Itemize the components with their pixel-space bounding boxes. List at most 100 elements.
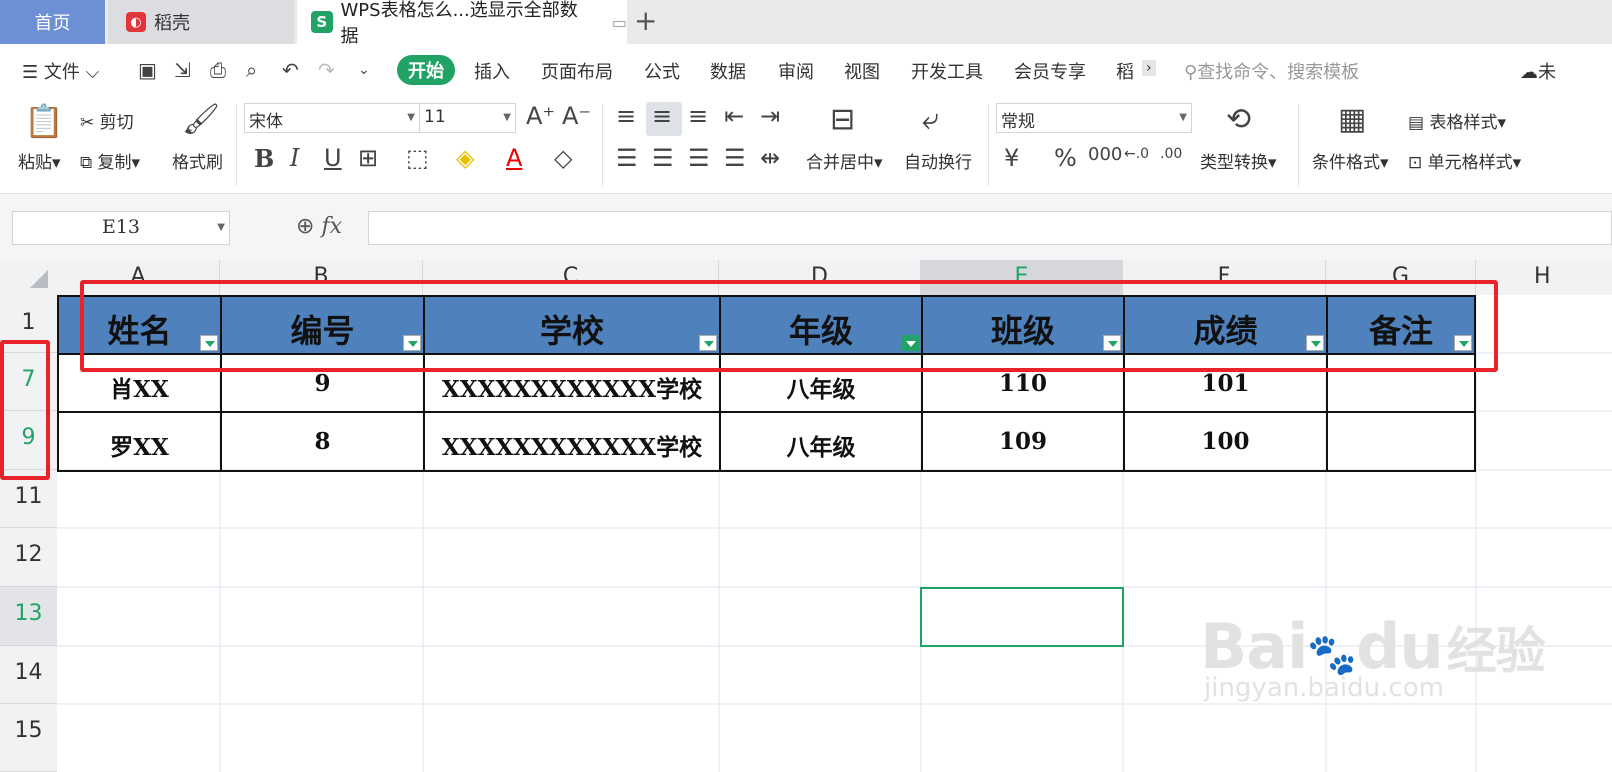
italic-icon[interactable]: I <box>290 144 299 172</box>
currency-icon[interactable]: ¥ <box>1004 144 1019 172</box>
row-header-13[interactable]: 13 <box>0 587 57 646</box>
tab-formula[interactable]: 公式 <box>644 58 680 84</box>
ribbon-toolbar: 📋 粘贴▾ ✂ 剪切 ⧉ 复制▾ 🖌 格式刷 宋体 ▼ 11 ▼ A⁺ A⁻ B I… <box>0 98 1612 194</box>
bold-icon[interactable]: B <box>254 144 274 173</box>
tab-daoke[interactable]: ◐ 稻壳 <box>108 0 294 44</box>
tab-document[interactable]: S WPS表格怎么...选显示全部数据 ▭ <box>297 0 627 47</box>
border-icon[interactable]: ⊞ <box>358 144 378 172</box>
clear-format-icon[interactable]: ◇ <box>554 144 572 172</box>
format-painter-button[interactable]: 格式刷 <box>172 148 223 173</box>
chevron-down-icon: ▼ <box>1179 112 1187 123</box>
type-convert-button[interactable]: 类型转换▾ <box>1200 148 1277 173</box>
cloud-icon: ☁ <box>1520 62 1538 83</box>
chevron-down-icon: ▼ <box>503 112 511 123</box>
justify-icon[interactable]: ☰ <box>724 144 746 172</box>
cut-button[interactable]: ✂ 剪切 <box>80 108 134 133</box>
paste-button[interactable]: 粘贴▾ <box>18 148 61 173</box>
underline-icon[interactable]: U <box>324 144 342 172</box>
row-header-12[interactable]: 12 <box>0 528 57 587</box>
table-cell[interactable]: 100 <box>1123 411 1328 472</box>
decrease-font-icon[interactable]: A⁻ <box>562 102 591 130</box>
export-icon[interactable]: ⇲ <box>174 58 191 82</box>
paste-icon[interactable]: 📋 <box>24 102 64 140</box>
indent-icon[interactable]: ⇥ <box>760 102 780 130</box>
thousands-icon[interactable]: 000 <box>1088 144 1122 165</box>
number-format-select[interactable]: 常规 ▼ <box>996 103 1192 133</box>
name-box[interactable]: E13 ▼ <box>12 211 230 245</box>
cell-style-button[interactable]: ⊡ 单元格样式▾ <box>1408 148 1521 173</box>
tab-review[interactable]: 审阅 <box>778 58 814 84</box>
wrap-text-button[interactable]: 自动换行 <box>904 148 972 173</box>
undo-icon[interactable]: ↶ <box>282 58 299 82</box>
print-icon[interactable]: ⎙ <box>210 58 226 82</box>
align-left-icon[interactable]: ☰ <box>616 144 638 172</box>
font-color-icon[interactable]: A <box>506 144 522 172</box>
tab-document-label: WPS表格怎么...选显示全部数据 <box>340 0 578 47</box>
format-painter-icon[interactable]: 🖌 <box>182 102 220 137</box>
quick-access-dropdown-icon[interactable]: ⌄ <box>358 62 370 78</box>
active-cell-e13[interactable] <box>920 587 1124 647</box>
table-cell[interactable]: 8 <box>220 411 425 472</box>
zoom-icon[interactable]: ⊕ <box>296 214 314 239</box>
distributed-icon[interactable]: ⇹ <box>760 144 780 172</box>
table-style-label: 表格样式 <box>1429 113 1498 133</box>
tab-insert[interactable]: 插入 <box>474 58 510 84</box>
copy-button[interactable]: ⧉ 复制▾ <box>80 148 140 173</box>
row-header-15[interactable]: 15 <box>0 704 57 772</box>
table-cell[interactable]: 罗XX <box>57 411 222 472</box>
fx-icon[interactable]: fx <box>321 214 342 239</box>
cell-style-icon: ⊡ <box>1408 153 1423 173</box>
tab-home[interactable]: 首页 <box>0 0 105 44</box>
tab-page-layout[interactable]: 页面布局 <box>541 58 613 84</box>
font-size-select[interactable]: 11 ▼ <box>420 103 516 133</box>
select-all-corner[interactable] <box>0 260 57 295</box>
align-right-icon[interactable]: ☰ <box>688 144 710 172</box>
more-tabs-chevron-icon[interactable]: › <box>1142 60 1156 76</box>
new-tab-plus-icon[interactable]: + <box>634 4 657 37</box>
align-middle-icon[interactable]: ≡ <box>652 102 672 130</box>
tab-member[interactable]: 会员专享 <box>1014 58 1086 84</box>
font-family-select[interactable]: 宋体 ▼ <box>244 103 420 133</box>
command-search[interactable]: ⚲查找命令、搜索模板 <box>1184 58 1359 84</box>
table-style-button[interactable]: ▤ 表格样式▾ <box>1408 108 1506 133</box>
save-icon[interactable]: ▣ <box>138 58 157 82</box>
type-convert-icon[interactable]: ⟲ <box>1226 102 1251 137</box>
wrap-text-icon[interactable]: ⤶ <box>922 102 939 137</box>
fill-color-icon[interactable]: ◈ <box>456 144 474 172</box>
merge-center-icon[interactable]: ⊟ <box>830 102 855 137</box>
ribbon-divider <box>236 104 237 186</box>
decrease-decimal-icon[interactable]: .00 <box>1160 146 1182 162</box>
tab-data[interactable]: 数据 <box>710 58 746 84</box>
increase-font-icon[interactable]: A⁺ <box>526 102 555 130</box>
table-cell[interactable]: XXXXXXXXXXXX学校 <box>423 411 721 472</box>
tab-start-label: 开始 <box>408 61 444 82</box>
tab-daoke-resources[interactable]: 稻 <box>1116 58 1134 84</box>
print-preview-icon[interactable]: ⌕ <box>246 58 257 82</box>
monitor-icon[interactable]: ▭ <box>612 13 627 32</box>
file-menu[interactable]: ☰ 文件 ⌵ <box>22 58 99 84</box>
table-cell[interactable] <box>1326 411 1476 472</box>
row-header-14[interactable]: 14 <box>0 646 57 704</box>
ribbon-divider <box>988 104 989 186</box>
increase-decimal-icon[interactable]: ←.0 <box>1124 146 1149 162</box>
align-bottom-icon[interactable]: ≡ <box>688 102 708 130</box>
conditional-format-icon[interactable]: ▦ <box>1338 102 1366 137</box>
tab-view[interactable]: 视图 <box>844 58 880 84</box>
percent-icon[interactable]: % <box>1054 144 1077 172</box>
tab-start[interactable]: 开始 <box>397 55 455 85</box>
formula-input[interactable] <box>368 211 1612 245</box>
tab-developer[interactable]: 开发工具 <box>911 58 983 84</box>
table-cell[interactable]: 109 <box>921 411 1125 472</box>
outdent-icon[interactable]: ⇤ <box>724 102 744 130</box>
merge-center-button[interactable]: 合并居中▾ <box>806 148 883 173</box>
redo-icon[interactable]: ↷ <box>318 58 335 82</box>
align-top-icon[interactable]: ≡ <box>616 102 636 130</box>
paste-label: 粘贴 <box>18 153 52 173</box>
table-style-icon: ▤ <box>1408 113 1425 133</box>
tab-daoke-label: 稻壳 <box>154 13 190 34</box>
conditional-format-button[interactable]: 条件格式▾ <box>1312 148 1389 173</box>
align-center-icon[interactable]: ☰ <box>652 144 674 172</box>
table-cell[interactable]: 八年级 <box>719 411 923 472</box>
cloud-sync[interactable]: ☁未 <box>1520 58 1556 84</box>
fill-pattern-icon[interactable]: ⬚ <box>406 144 429 172</box>
